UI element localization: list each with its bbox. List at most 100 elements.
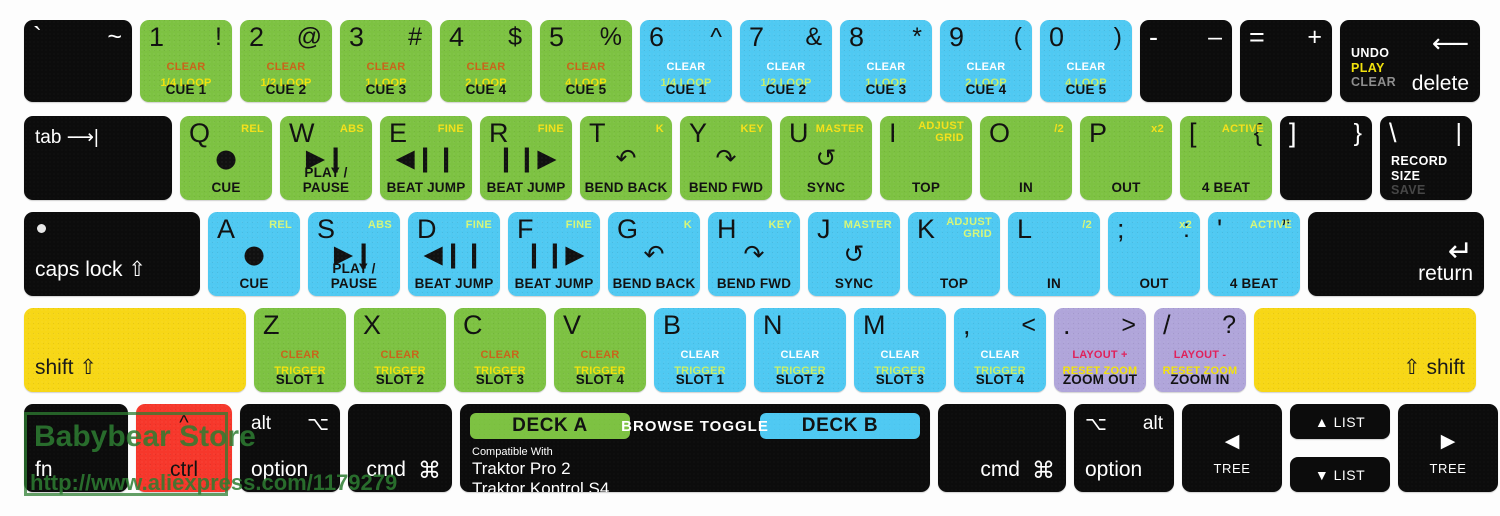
key-function-icon: ↺ bbox=[815, 143, 837, 173]
key-arrow-left[interactable]: ◀ TREE bbox=[1182, 404, 1282, 492]
compatible-device-line: Traktor Kontrol S4 bbox=[472, 479, 610, 492]
key-c[interactable]: C CLEAR TRIGGER SLOT 3 bbox=[454, 308, 546, 392]
key-shift-right[interactable]: ⇧ shift bbox=[1254, 308, 1476, 392]
key-cmd-left[interactable]: cmd ⌘ bbox=[348, 404, 452, 492]
key-cmd-right[interactable]: cmd ⌘ bbox=[938, 404, 1066, 492]
key-4[interactable]: 4 $ CLEAR 2 LOOP CUE 4 bbox=[440, 20, 532, 102]
key-p[interactable]: Px2 OUT bbox=[1080, 116, 1172, 200]
key-spacebar[interactable]: DECK A DECK B BROWSE TOGGLE Compatible With… bbox=[460, 404, 930, 492]
key-primary-legend: 8 bbox=[849, 22, 865, 52]
key-bottom-label: IN bbox=[1047, 276, 1061, 291]
key-2[interactable]: 2 @ CLEAR 1/2 LOOP CUE 2 bbox=[240, 20, 332, 102]
key-x[interactable]: X CLEAR TRIGGER SLOT 2 bbox=[354, 308, 446, 392]
bottom-row: fn ^ ctrl alt ⌥ option cmd ⌘ DECK A DECK B BROWSE … bbox=[24, 404, 1498, 492]
key-minus[interactable]: - – bbox=[1140, 20, 1232, 102]
key-primary-legend: T bbox=[589, 118, 606, 148]
key-modifier-label: FINE bbox=[465, 219, 492, 231]
key-d[interactable]: D FINE ◀❙❙ BEAT JUMP bbox=[408, 212, 500, 296]
key-arrow-up[interactable]: ▲ LIST bbox=[1290, 404, 1390, 439]
home-row: caps lock ⇧ A REL ● CUE S ABS ▶❙ PLAY / PAUSE D FI… bbox=[24, 212, 1484, 296]
key-y[interactable]: Y KEY ↷ BEND FWD bbox=[680, 116, 772, 200]
key-6[interactable]: 6 ^ CLEAR 1/4 LOOP CUE 1 bbox=[640, 20, 732, 102]
key-v[interactable]: V CLEAR TRIGGER SLOT 4 bbox=[554, 308, 646, 392]
key-slash[interactable]: /? LAYOUT - RESET ZOOM ZOOM IN bbox=[1154, 308, 1246, 392]
key-r[interactable]: R FINE ❙❙▶ BEAT JUMP bbox=[480, 116, 572, 200]
key-quote[interactable]: '” ACTIVE 4 BEAT bbox=[1208, 212, 1300, 296]
key-k[interactable]: K ADJUST GRID TOP bbox=[908, 212, 1000, 296]
backslash-function-stack: RECORD SIZE SAVE bbox=[1391, 154, 1448, 198]
option-top-left-glyph: ⌥ bbox=[1085, 414, 1107, 435]
key-option-right[interactable]: ⌥ alt option bbox=[1074, 404, 1174, 492]
key-a[interactable]: A REL ● CUE bbox=[208, 212, 300, 296]
key-m[interactable]: M CLEAR TRIGGER SLOT 3 bbox=[854, 308, 946, 392]
key-3[interactable]: 3 # CLEAR 1 LOOP CUE 3 bbox=[340, 20, 432, 102]
key-delete[interactable]: ⟵ UNDO PLAY CLEAR delete bbox=[1340, 20, 1480, 102]
key-bottom-label: ZOOM IN bbox=[1170, 372, 1230, 387]
key-clear-label: CLEAR bbox=[480, 349, 520, 361]
key-bottom-label: CUE bbox=[239, 276, 269, 291]
key-z[interactable]: Z CLEAR TRIGGER SLOT 1 bbox=[254, 308, 346, 392]
key-return[interactable]: ↵ return bbox=[1308, 212, 1484, 296]
key-icon-slot: ↺ bbox=[808, 242, 900, 268]
key-h[interactable]: H KEY ↷ BEND FWD bbox=[708, 212, 800, 296]
key-bottom-label: SLOT 2 bbox=[775, 372, 825, 387]
key-b[interactable]: B CLEAR TRIGGER SLOT 1 bbox=[654, 308, 746, 392]
key-arrow-right[interactable]: ▶ TREE bbox=[1398, 404, 1498, 492]
key-f[interactable]: F FINE ❙❙▶ BEAT JUMP bbox=[508, 212, 600, 296]
key-bracket-left[interactable]: [{ACTIVE 4 BEAT bbox=[1180, 116, 1272, 200]
key-q[interactable]: Q REL ● CUE bbox=[180, 116, 272, 200]
key-tab[interactable]: tab ⟶| bbox=[24, 116, 172, 200]
key-function-icon: ❙❙▶ bbox=[495, 143, 557, 173]
key-equal[interactable]: = + bbox=[1240, 20, 1332, 102]
key-primary-legend: ; bbox=[1117, 214, 1125, 244]
key-ctrl[interactable]: ^ ctrl bbox=[136, 404, 232, 492]
key-n[interactable]: N CLEAR TRIGGER SLOT 2 bbox=[754, 308, 846, 392]
key-modifier-label: KEY bbox=[740, 123, 764, 135]
key-backslash[interactable]: \ | RECORD SIZE SAVE bbox=[1380, 116, 1472, 200]
key-9[interactable]: 9(CLEAR 2 LOOP CUE 4 bbox=[940, 20, 1032, 102]
key-semicolon[interactable]: ;: x2 OUT bbox=[1108, 212, 1200, 296]
ctrl-caret-icon: ^ bbox=[179, 412, 189, 434]
key-e[interactable]: E FINE ◀❙❙ BEAT JUMP bbox=[380, 116, 472, 200]
key-shift-legend: } bbox=[1353, 119, 1362, 147]
key-comma[interactable]: , < CLEAR TRIGGER SLOT 4 bbox=[954, 308, 1046, 392]
key-t[interactable]: T K ↶ BEND BACK bbox=[580, 116, 672, 200]
key-clear-label: CLEAR bbox=[580, 349, 620, 361]
key-modifier-label: /2 bbox=[1082, 219, 1092, 231]
key-backtick[interactable]: ` ~ bbox=[24, 20, 132, 102]
browse-toggle-label: BROWSE TOGGLE bbox=[621, 418, 769, 435]
key-capslock[interactable]: caps lock ⇧ bbox=[24, 212, 200, 296]
key-o[interactable]: O/2 IN bbox=[980, 116, 1072, 200]
key-1[interactable]: 1! CLEAR 1/4 LOOP CUE 1 bbox=[140, 20, 232, 102]
key-shift-legend: ? bbox=[1222, 311, 1236, 339]
key-fn[interactable]: fn bbox=[24, 404, 128, 492]
key-bracket-right[interactable]: ]} bbox=[1280, 116, 1372, 200]
key-function-icon: ◀❙❙ bbox=[395, 143, 457, 173]
key-j[interactable]: J MASTER ↺ SYNC bbox=[808, 212, 900, 296]
key-bottom-label: OUT bbox=[1111, 180, 1141, 195]
key-u[interactable]: U MASTER ↺ SYNC bbox=[780, 116, 872, 200]
key-7[interactable]: 7 & CLEAR 1/2 LOOP CUE 2 bbox=[740, 20, 832, 102]
backslash-stack-line: SIZE bbox=[1391, 168, 1421, 183]
key-bottom-label: BEAT JUMP bbox=[414, 276, 494, 291]
key-primary-legend: - bbox=[1149, 22, 1158, 52]
key-8[interactable]: 8 * CLEAR 1 LOOP CUE 3 bbox=[840, 20, 932, 102]
key-g[interactable]: G K ↶ BEND BACK bbox=[608, 212, 700, 296]
key-s[interactable]: S ABS ▶❙ PLAY / PAUSE bbox=[308, 212, 400, 296]
key-primary-legend: 1 bbox=[149, 22, 165, 52]
key-shift-left[interactable]: shift ⇧ bbox=[24, 308, 246, 392]
key-clear-label: CLEAR bbox=[280, 349, 320, 361]
key-option-left[interactable]: alt ⌥ option bbox=[240, 404, 340, 492]
key-0[interactable]: 0) CLEAR 4 LOOP CUE 5 bbox=[1040, 20, 1132, 102]
key-bottom-label: BEND FWD bbox=[688, 180, 764, 195]
key-period[interactable]: . > LAYOUT + RESET ZOOM ZOOM OUT bbox=[1054, 308, 1146, 392]
shift-left-label: shift ⇧ bbox=[35, 356, 97, 379]
key-modifier-label: FINE bbox=[565, 219, 592, 231]
key-bottom-label: CUE 3 bbox=[865, 82, 907, 97]
key-w[interactable]: W ABS ▶❙ PLAY / PAUSE bbox=[280, 116, 372, 200]
key-l[interactable]: L/2 IN bbox=[1008, 212, 1100, 296]
key-arrow-down[interactable]: ▼ LIST bbox=[1290, 457, 1390, 492]
key-i[interactable]: I ADJUST GRID TOP bbox=[880, 116, 972, 200]
shift-right-label: ⇧ shift bbox=[1403, 356, 1465, 379]
key-5[interactable]: 5% CLEAR 4 LOOP CUE 5 bbox=[540, 20, 632, 102]
